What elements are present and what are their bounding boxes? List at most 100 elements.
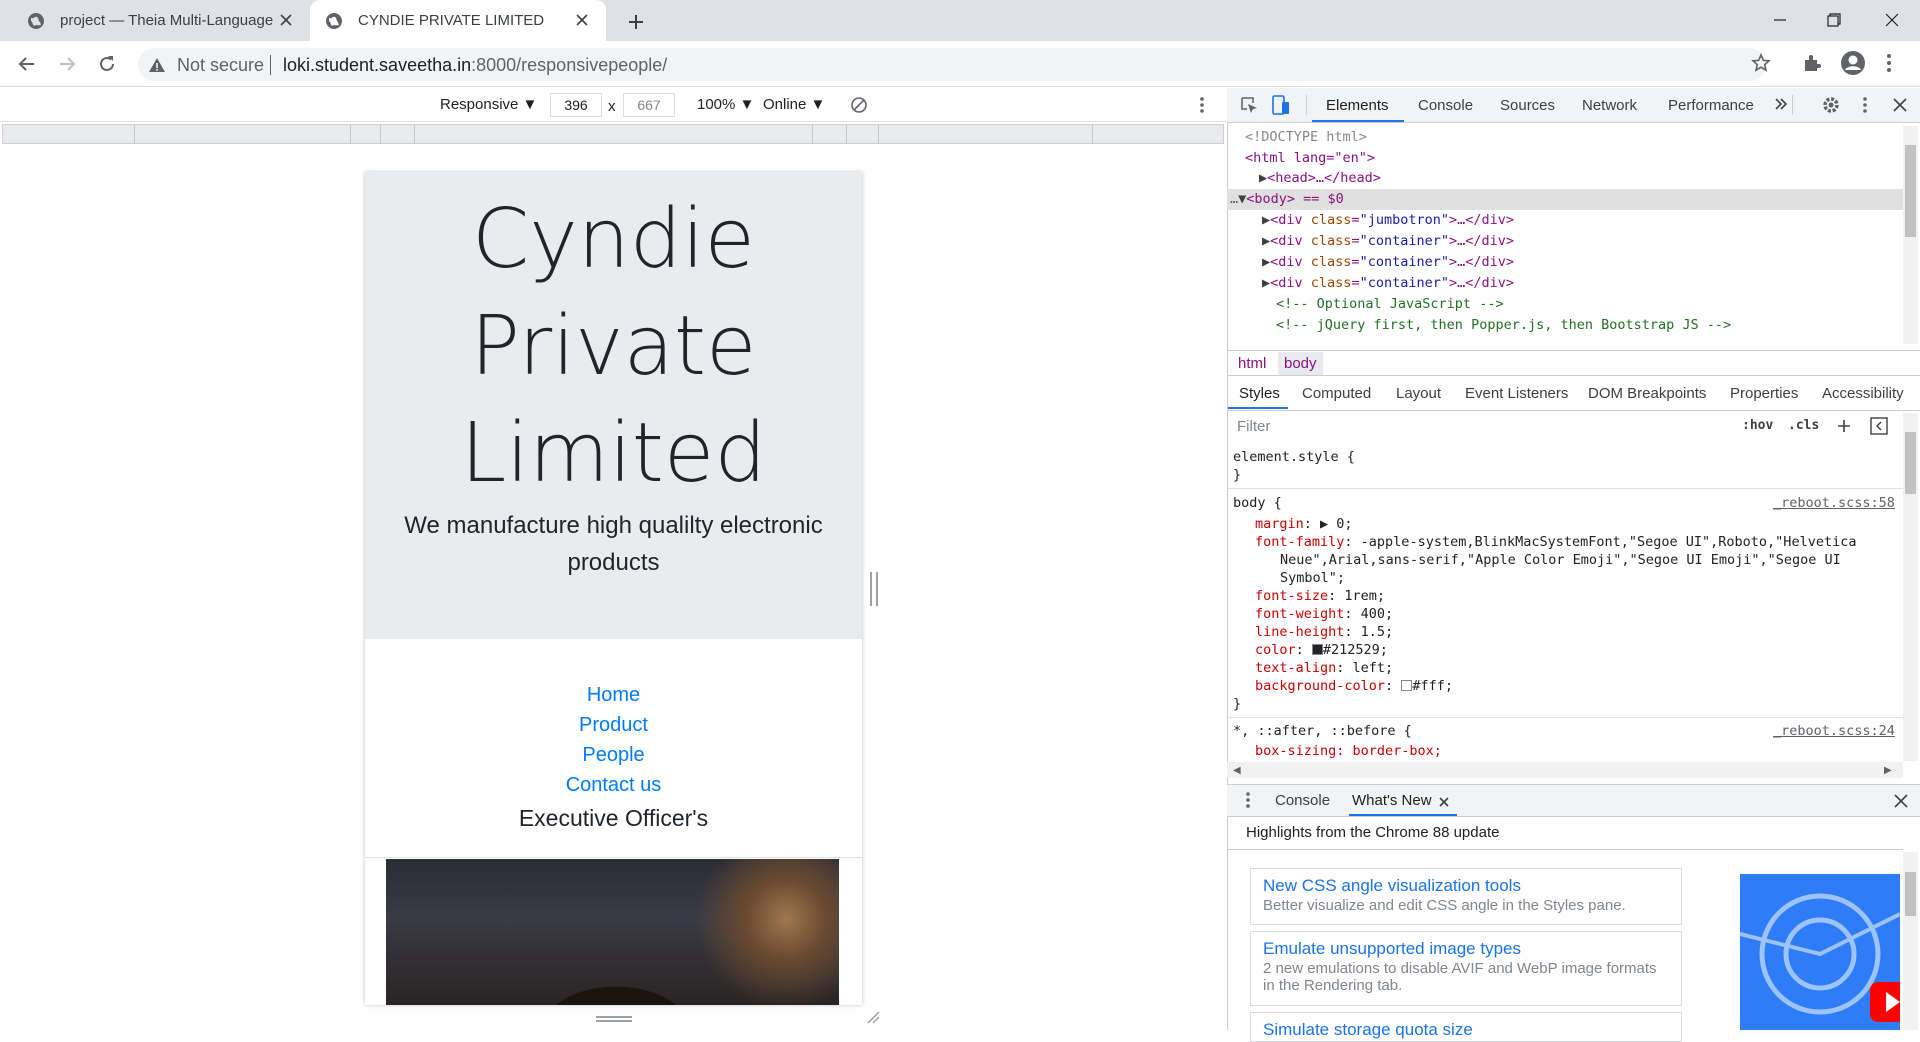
expand-triangle-icon[interactable]: ▶ [1259, 170, 1267, 186]
universal-rule-selector[interactable]: *, ::after, ::before { [1233, 722, 1412, 740]
zoom-dropdown[interactable]: 100% ▼ [697, 96, 754, 114]
element-style-rule[interactable]: element.style { } [1233, 448, 1355, 484]
universal-rule-source-link[interactable]: _reboot.scss:24 [1773, 723, 1895, 739]
css-prop-background-color[interactable]: background-color: #fff; [1255, 677, 1453, 695]
new-rule-plus-icon[interactable] [1836, 418, 1852, 438]
responsive-dropdown[interactable]: Responsive ▼ [440, 96, 537, 114]
whats-new-item[interactable]: Emulate unsupported image types 2 new em… [1250, 931, 1682, 1006]
tab-performance[interactable]: Performance [1668, 96, 1754, 116]
drawer-tab-console[interactable]: Console [1275, 791, 1330, 811]
settings-gear-icon[interactable] [1821, 95, 1841, 119]
media-query-bar[interactable] [2, 124, 1224, 144]
body-rule-selector[interactable]: body { [1233, 494, 1282, 512]
extensions-puzzle-icon[interactable] [1802, 53, 1822, 77]
minimize-button[interactable] [1752, 0, 1808, 40]
tab-sources[interactable]: Sources [1500, 96, 1555, 116]
url-text[interactable]: loki.student.saveetha.in:8000/responsive… [283, 53, 667, 77]
css-prop-line-height[interactable]: line-height: 1.5; [1255, 623, 1393, 641]
drawer-menu-icon[interactable] [1245, 791, 1251, 813]
dom-head[interactable]: ▶<head>…</head> [1259, 168, 1381, 189]
device-toggle-icon[interactable] [1272, 94, 1290, 120]
inspect-element-icon[interactable] [1239, 95, 1259, 119]
css-prop-font-family[interactable]: font-family: -apple-system,BlinkMacSyste… [1255, 533, 1856, 551]
expand-triangle-icon[interactable]: ▶ [1262, 275, 1270, 291]
drawer-scrollbar-thumb[interactable] [1905, 872, 1916, 916]
dom-body[interactable]: …▼<body> == $0 [1230, 189, 1344, 210]
tab-console[interactable]: Console [1418, 96, 1473, 116]
tab-project[interactable]: project — Theia Multi-Language [0, 0, 310, 41]
expand-triangle-icon[interactable]: ▶ [1262, 254, 1270, 270]
close-whats-new-icon[interactable] [1439, 794, 1449, 811]
browser-menu-icon[interactable] [1886, 52, 1892, 78]
styles-v-scrollbar-thumb[interactable] [1905, 432, 1916, 494]
expand-triangle-icon[interactable]: ▶ [1262, 212, 1270, 228]
tab-network[interactable]: Network [1582, 96, 1637, 116]
css-prop-box-sizing[interactable]: box-sizing: border-box; [1255, 742, 1442, 760]
nav-link-product[interactable]: Product [365, 712, 862, 738]
tab-elements[interactable]: Elements [1326, 96, 1389, 116]
css-prop-font-weight[interactable]: font-weight: 400; [1255, 605, 1393, 623]
dom-html[interactable]: <html lang="en"> [1245, 148, 1375, 169]
styles-h-scrollbar[interactable] [1227, 762, 1903, 778]
bookmark-star-icon[interactable] [1751, 53, 1771, 77]
breadcrumb-html[interactable]: html [1238, 355, 1266, 372]
nav-link-contact[interactable]: Contact us [365, 772, 862, 798]
viewport-width-input[interactable]: 396 [550, 93, 602, 117]
devtools-menu-icon[interactable] [1862, 96, 1868, 118]
whats-new-item-title[interactable]: Simulate storage quota size [1263, 1019, 1669, 1041]
whats-new-item-title[interactable]: New CSS angle visualization tools [1263, 875, 1669, 897]
css-prop-margin[interactable]: margin: ▶ 0; [1255, 515, 1353, 533]
breadcrumb-body[interactable]: body [1278, 352, 1323, 375]
forward-button[interactable] [54, 51, 80, 77]
dom-div-row[interactable]: ▶<div class="container">…</div> [1262, 252, 1514, 273]
dom-div-row[interactable]: ▶<div class="container">…</div> [1262, 231, 1514, 252]
scroll-left-arrow-icon[interactable]: ◀ [1233, 765, 1241, 776]
tab-cyndie[interactable]: CYNDIE PRIVATE LIMITED [310, 0, 606, 41]
sidebar-toggle-icon[interactable] [1870, 417, 1888, 439]
css-prop-color[interactable]: color: #212529; [1255, 641, 1388, 659]
tab-properties[interactable]: Properties [1730, 385, 1798, 402]
profile-avatar-icon[interactable] [1840, 50, 1866, 80]
corner-resize-icon[interactable] [866, 1010, 880, 1028]
close-tab-icon[interactable] [572, 10, 592, 30]
reload-button[interactable] [94, 51, 120, 77]
color-swatch[interactable] [1401, 680, 1413, 691]
scroll-right-arrow-icon[interactable]: ▶ [1884, 765, 1892, 776]
close-devtools-icon[interactable] [1893, 98, 1907, 116]
throttling-dropdown[interactable]: Online ▼ [763, 96, 825, 114]
viewport-height-resize-handle[interactable] [596, 1016, 632, 1022]
viewport-height-input[interactable]: 667 [623, 93, 675, 117]
close-drawer-icon[interactable] [1894, 794, 1908, 812]
css-prop-font-size[interactable]: font-size: 1rem; [1255, 587, 1385, 605]
tab-accessibility[interactable]: Accessibility [1822, 385, 1904, 402]
dom-comment[interactable]: <!-- jQuery first, then Popper.js, then … [1276, 315, 1731, 336]
whats-new-item[interactable]: Simulate storage quota size [1250, 1012, 1682, 1042]
close-window-button[interactable] [1864, 0, 1920, 40]
more-tabs-chevron-icon[interactable] [1774, 96, 1788, 116]
whats-new-item-title[interactable]: Emulate unsupported image types [1263, 938, 1669, 960]
row-ellipsis-icon[interactable]: … [1230, 191, 1238, 207]
new-tab-button[interactable] [622, 8, 650, 36]
dom-div-row[interactable]: ▶<div class="container">…</div> [1262, 273, 1514, 294]
color-swatch[interactable] [1311, 644, 1323, 655]
expand-triangle-icon[interactable]: ▶ [1262, 233, 1270, 249]
body-rule-source-link[interactable]: _reboot.scss:58 [1773, 495, 1895, 511]
tab-styles[interactable]: Styles [1239, 385, 1280, 402]
back-button[interactable] [14, 51, 40, 77]
dom-doctype[interactable]: <!DOCTYPE html> [1245, 127, 1367, 148]
warning-icon[interactable] [148, 56, 166, 74]
device-toolbar-menu-icon[interactable] [1199, 96, 1205, 118]
nav-link-people[interactable]: People [365, 742, 862, 768]
tab-event-listeners[interactable]: Event Listeners [1465, 385, 1568, 402]
security-label[interactable]: Not secure [177, 53, 264, 77]
dom-comment[interactable]: <!-- Optional JavaScript --> [1276, 294, 1504, 315]
dom-div-row[interactable]: ▶<div class="jumbotron">…</div> [1262, 210, 1514, 231]
tab-layout[interactable]: Layout [1396, 385, 1441, 402]
viewport-width-resize-handle[interactable] [870, 572, 878, 606]
hov-toggle[interactable]: :hov [1742, 418, 1773, 433]
tab-computed[interactable]: Computed [1302, 385, 1371, 402]
css-prop-text-align[interactable]: text-align: left; [1255, 659, 1393, 677]
maximize-button[interactable] [1806, 0, 1862, 40]
rotate-icon[interactable] [849, 95, 869, 119]
dom-scrollbar-thumb[interactable] [1905, 145, 1916, 237]
